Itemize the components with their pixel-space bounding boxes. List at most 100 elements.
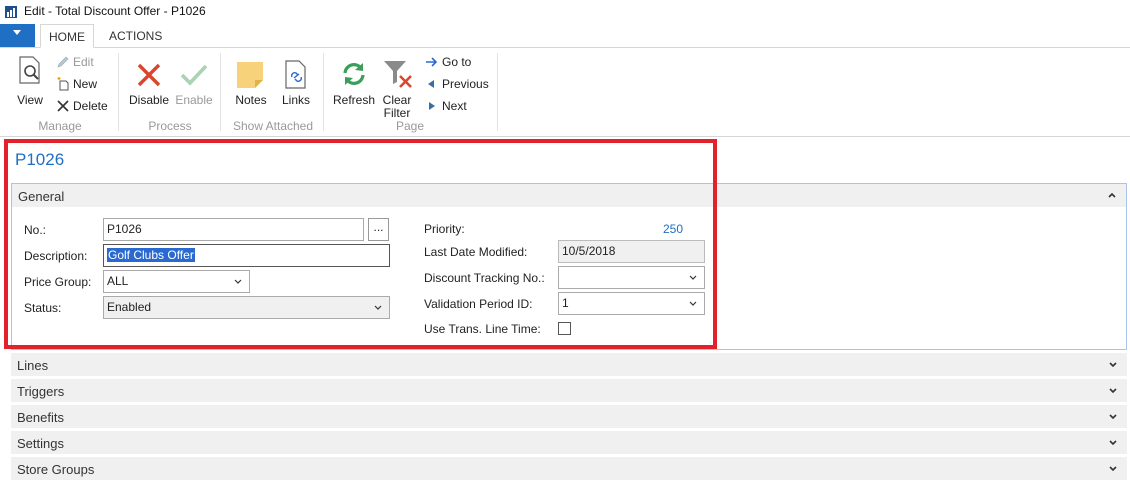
red-x-icon bbox=[137, 63, 161, 87]
refresh-button[interactable]: Refresh bbox=[332, 54, 376, 114]
notes-button[interactable]: Notes bbox=[232, 54, 270, 114]
discount-tracking-select[interactable] bbox=[558, 266, 705, 289]
pencil-icon bbox=[57, 56, 69, 68]
ribbon-separator bbox=[118, 53, 119, 131]
disable-button[interactable]: Disable bbox=[127, 54, 171, 114]
no-field[interactable]: P1026 bbox=[103, 218, 364, 241]
chevron-down-icon bbox=[13, 30, 21, 35]
fasttab-triggers[interactable]: Triggers bbox=[11, 379, 1127, 403]
priority-value[interactable]: 250 bbox=[663, 222, 683, 236]
new-document-icon bbox=[57, 77, 69, 91]
use-trans-checkbox[interactable] bbox=[558, 322, 571, 335]
no-label: No.: bbox=[24, 223, 47, 237]
validation-period-value: 1 bbox=[562, 296, 569, 310]
validation-period-select[interactable]: 1 bbox=[558, 292, 705, 315]
links-label: Links bbox=[281, 93, 310, 107]
links-button[interactable]: Links bbox=[278, 54, 314, 114]
chevron-down-icon bbox=[1109, 440, 1117, 446]
enable-label: Enable bbox=[175, 93, 213, 107]
fasttab-settings[interactable]: Settings bbox=[11, 431, 1127, 455]
delete-x-icon bbox=[57, 100, 69, 112]
fasttab-store-groups[interactable]: Store Groups bbox=[11, 457, 1127, 481]
link-document-icon bbox=[285, 60, 306, 89]
price-group-label: Price Group: bbox=[24, 275, 92, 289]
clear-filter-button[interactable]: Clear Filter bbox=[378, 54, 416, 120]
sticky-note-icon bbox=[237, 62, 263, 88]
ribbon-separator bbox=[497, 53, 498, 131]
notes-label: Notes bbox=[235, 93, 267, 107]
ribbon: View Edit New Delete Manage Disable Enab… bbox=[0, 48, 1130, 137]
description-label: Description: bbox=[24, 249, 88, 263]
delete-label: Delete bbox=[73, 99, 108, 113]
group-label-manage: Manage bbox=[38, 119, 82, 133]
ribbon-separator bbox=[220, 53, 221, 131]
no-assist-button[interactable]: ... bbox=[368, 218, 389, 241]
fasttab-benefits-label: Benefits bbox=[17, 410, 64, 425]
chevron-down-icon bbox=[1109, 362, 1117, 368]
view-button[interactable]: View bbox=[12, 54, 48, 114]
description-value: Golf Clubs Offer bbox=[107, 248, 195, 262]
tab-actions[interactable]: ACTIONS bbox=[101, 24, 170, 48]
checkmark-icon bbox=[180, 64, 208, 86]
window-title: Edit - Total Discount Offer - P1026 bbox=[24, 4, 206, 18]
fasttab-settings-label: Settings bbox=[17, 436, 64, 451]
view-label: View bbox=[17, 93, 43, 107]
fasttab-lines[interactable]: Lines bbox=[11, 353, 1127, 377]
status-value: Enabled bbox=[107, 300, 152, 314]
view-icon bbox=[19, 56, 40, 84]
previous-label: Previous bbox=[442, 77, 489, 91]
fasttab-lines-label: Lines bbox=[17, 358, 49, 373]
arrow-right-icon bbox=[426, 57, 438, 67]
new-button[interactable]: New bbox=[56, 75, 106, 93]
tab-home[interactable]: HOME bbox=[40, 24, 94, 48]
next-label: Next bbox=[442, 99, 467, 113]
chevron-down-icon bbox=[1109, 388, 1117, 394]
description-field[interactable]: Golf Clubs Offer bbox=[103, 244, 390, 267]
fasttab-benefits[interactable]: Benefits bbox=[11, 405, 1127, 429]
fasttab-triggers-label: Triggers bbox=[17, 384, 65, 399]
clear-filter-icon bbox=[384, 61, 412, 88]
chevron-down-icon bbox=[689, 275, 697, 280]
ribbon-separator bbox=[323, 53, 324, 131]
enable-button[interactable]: Enable bbox=[173, 54, 215, 114]
status-label: Status: bbox=[24, 301, 62, 315]
page-title: P1026 bbox=[15, 150, 65, 169]
goto-button[interactable]: Go to bbox=[425, 53, 485, 71]
fasttab-store-groups-label: Store Groups bbox=[17, 462, 95, 477]
chevron-down-icon bbox=[234, 279, 242, 284]
fasttab-general-label: General bbox=[18, 189, 65, 204]
chevron-down-icon bbox=[1109, 414, 1117, 420]
previous-button[interactable]: Previous bbox=[425, 75, 491, 93]
triangle-left-icon bbox=[428, 80, 434, 88]
delete-button[interactable]: Delete bbox=[56, 97, 112, 115]
fasttab-general-header[interactable]: General bbox=[11, 183, 1127, 207]
price-group-value: ALL bbox=[107, 274, 129, 288]
chevron-down-icon bbox=[689, 301, 697, 306]
validation-period-label: Validation Period ID: bbox=[424, 297, 533, 311]
last-modified-label: Last Date Modified: bbox=[424, 245, 528, 259]
use-trans-label: Use Trans. Line Time: bbox=[424, 322, 541, 336]
price-group-select[interactable]: ALL bbox=[103, 270, 250, 293]
new-label: New bbox=[73, 77, 98, 91]
refresh-icon bbox=[343, 63, 365, 85]
app-logo-icon bbox=[5, 6, 17, 18]
triangle-right-icon bbox=[429, 102, 435, 110]
next-button[interactable]: Next bbox=[425, 97, 485, 115]
ribbon-tab-bar: HOME ACTIONS bbox=[0, 24, 1130, 48]
chevron-down-icon bbox=[1109, 466, 1117, 472]
status-select[interactable]: Enabled bbox=[103, 296, 390, 319]
no-value: P1026 bbox=[107, 222, 142, 236]
edit-label: Edit bbox=[73, 55, 94, 69]
edit-button[interactable]: Edit bbox=[56, 53, 106, 71]
group-label-process: Process bbox=[148, 119, 192, 133]
last-modified-field: 10/5/2018 bbox=[558, 240, 705, 263]
last-modified-value: 10/5/2018 bbox=[562, 244, 616, 258]
priority-label: Priority: bbox=[424, 222, 465, 236]
app-menu-button[interactable] bbox=[0, 24, 35, 47]
refresh-label: Refresh bbox=[332, 93, 376, 107]
goto-label: Go to bbox=[442, 55, 472, 69]
group-label-page: Page bbox=[395, 119, 425, 133]
chevron-down-icon bbox=[374, 305, 382, 310]
chevron-up-icon bbox=[1108, 192, 1116, 198]
disable-label: Disable bbox=[128, 93, 170, 107]
